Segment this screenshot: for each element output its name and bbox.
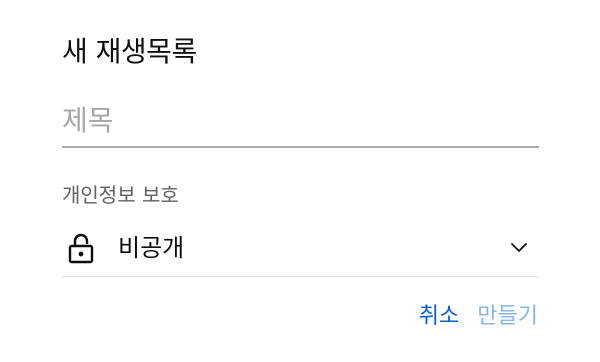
title-input[interactable]: [62, 98, 539, 142]
privacy-selected-value: 비공개: [118, 234, 185, 262]
chevron-down-icon: [507, 236, 531, 260]
dialog-title: 새 재생목록: [62, 35, 197, 68]
create-button[interactable]: 만들기: [477, 302, 538, 332]
cancel-button[interactable]: 취소: [419, 302, 459, 332]
dialog-actions: 취소 만들기: [419, 302, 538, 332]
new-playlist-dialog: 새 재생목록 개인정보 보호 비공개 취소 만들기: [0, 0, 600, 362]
privacy-dropdown[interactable]: 비공개: [62, 220, 539, 277]
title-field[interactable]: [62, 98, 539, 148]
lock-icon: [66, 230, 96, 266]
privacy-label: 개인정보 보호: [62, 183, 179, 207]
